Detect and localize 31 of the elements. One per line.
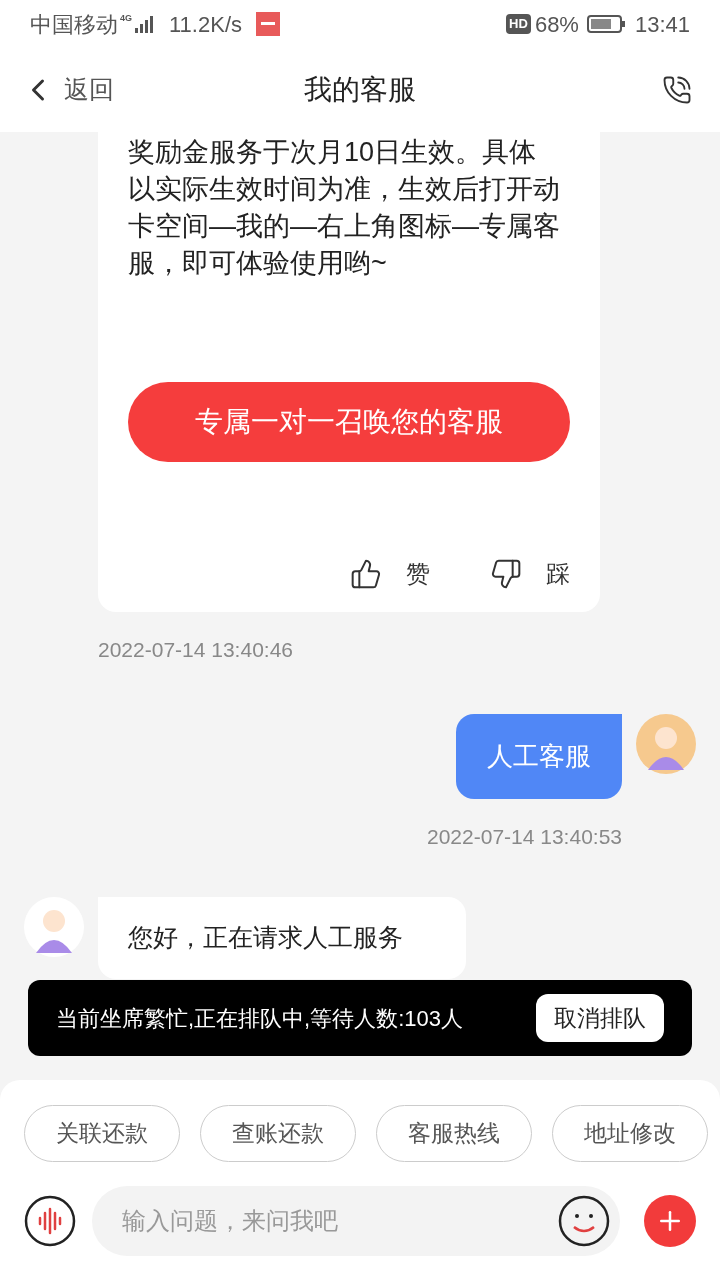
queue-text: 当前坐席繁忙,正在排队中,等待人数:103人 <box>56 1004 464 1033</box>
voice-icon[interactable] <box>24 1195 76 1247</box>
like-button[interactable]: 赞 <box>350 556 430 592</box>
add-button[interactable] <box>644 1195 696 1247</box>
thumbs-up-icon <box>350 558 382 590</box>
hd-badge: HD <box>506 14 531 34</box>
avatar <box>24 897 84 957</box>
user-message: 人工客服 <box>456 714 622 799</box>
notification-icon <box>256 12 280 36</box>
network-speed: 11.2K/s <box>169 10 242 39</box>
page-title: 我的客服 <box>304 73 416 107</box>
carrier: 中国移动 <box>30 10 118 39</box>
clock: 13:41 <box>634 10 690 39</box>
summon-button[interactable]: 专属一对一召唤您的客服 <box>128 382 570 462</box>
timestamp: 2022-07-14 13:40:46 <box>98 638 293 662</box>
cancel-queue-button[interactable]: 取消排队 <box>536 994 664 1042</box>
input-bar[interactable]: 输入问题，来问我吧 <box>92 1186 620 1256</box>
battery-icon <box>586 14 627 34</box>
thumbs-down-icon <box>490 558 522 590</box>
battery-percent: 68% <box>534 10 579 39</box>
back-button[interactable]: 返回 <box>20 71 114 109</box>
bot-message: 您好，正在请求人工服务 <box>98 897 466 979</box>
avatar <box>636 714 696 774</box>
dislike-button[interactable]: 踩 <box>490 556 570 592</box>
call-icon[interactable] <box>662 75 692 105</box>
signal-icon <box>133 14 155 34</box>
emoji-icon[interactable] <box>558 1195 610 1247</box>
message-text: 奖励金服务于次月10日生效。具体以实际生效时间为准，生效后打开动卡空间—我的—右上角图标—专属客服，即可体验使用哟~ <box>128 136 560 280</box>
timestamp: 2022-07-14 13:40:53 <box>427 825 622 849</box>
message-input[interactable]: 输入问题，来问我吧 <box>122 1203 558 1239</box>
network-type: 4G <box>120 12 132 25</box>
